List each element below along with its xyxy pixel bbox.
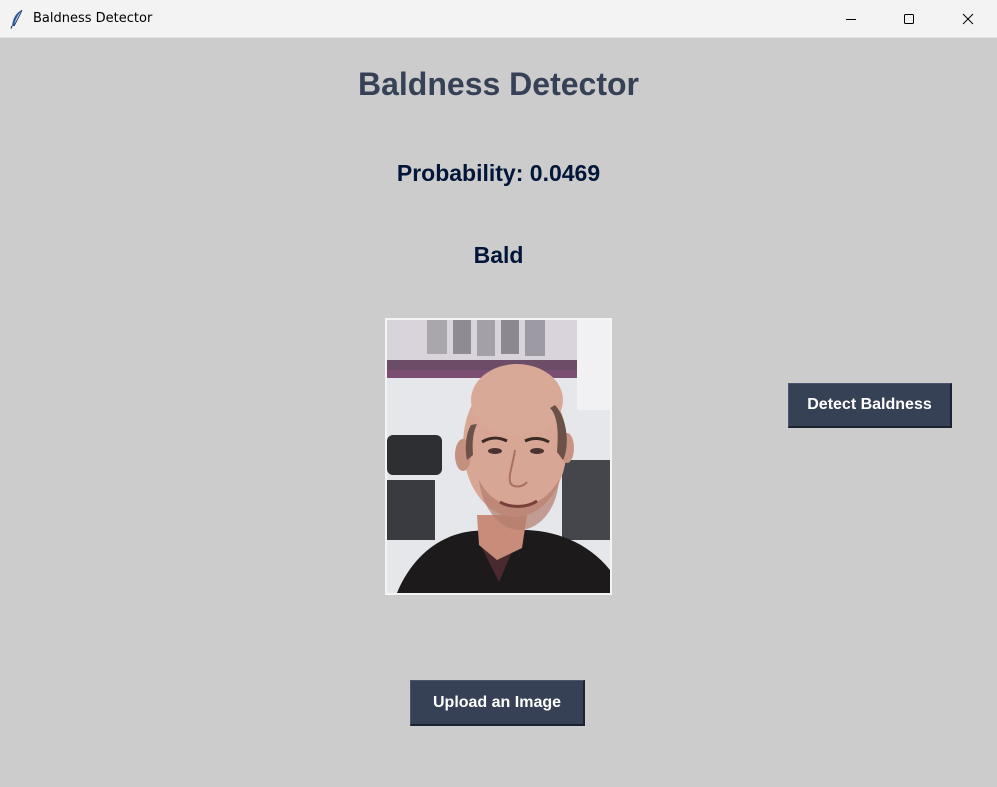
close-icon <box>962 13 974 24</box>
window-title: Baldness Detector <box>33 11 153 26</box>
title-bar[interactable]: Baldness Detector <box>0 0 997 38</box>
detect-baldness-button[interactable]: Detect Baldness <box>788 383 952 428</box>
result-label: Bald <box>473 242 524 268</box>
minimize-icon <box>846 18 856 20</box>
probability-label: Probability: 0.0469 <box>396 160 601 186</box>
app-window: Baldness Detector Baldness Detector Prob… <box>0 0 997 787</box>
feather-icon <box>9 9 25 29</box>
uploaded-image <box>385 318 612 595</box>
page-title: Baldness Detector <box>358 66 639 102</box>
upload-image-button[interactable]: Upload an Image <box>410 680 585 726</box>
close-button[interactable] <box>939 0 997 37</box>
minimize-button[interactable] <box>822 0 880 37</box>
maximize-button[interactable] <box>880 0 938 37</box>
maximize-icon <box>904 13 914 24</box>
main-content: Baldness Detector Probability: 0.0469 Ba… <box>0 38 997 787</box>
